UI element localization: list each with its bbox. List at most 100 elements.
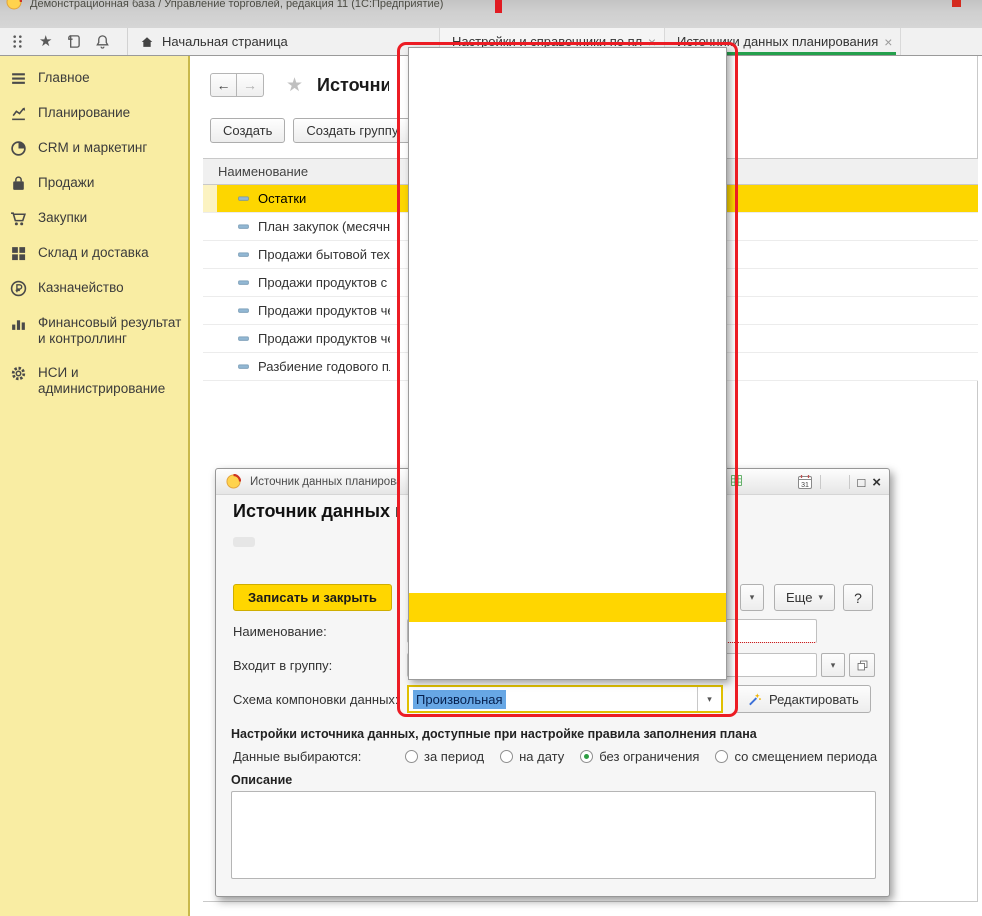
help-button[interactable]: ?: [843, 584, 873, 611]
save-close-button[interactable]: Записать и закрыть: [233, 584, 392, 611]
group-open-button[interactable]: [849, 653, 875, 677]
radio-circle-icon: [580, 750, 593, 763]
dropdown-item[interactable]: [409, 650, 726, 679]
combo-arrow-button[interactable]: ▾: [697, 687, 721, 711]
notifications-icon[interactable]: [95, 34, 110, 49]
sidebar-item[interactable]: Закупки: [10, 210, 188, 227]
purchases-icon: [10, 210, 27, 227]
row-name: Продажи продуктов чер: [258, 303, 390, 318]
dropdown-item[interactable]: [409, 222, 726, 251]
more-button-label: Еще: [786, 590, 812, 605]
sidebar-item[interactable]: Планирование: [10, 105, 188, 122]
schema-combo[interactable]: Произвольная ▾: [407, 685, 723, 713]
sidebar-item-label: Казначейство: [38, 280, 124, 296]
dropdown-item[interactable]: [409, 107, 726, 136]
favorites-icon[interactable]: ★: [39, 34, 52, 49]
page-title: Источники данных планирования: [317, 75, 389, 96]
more-button[interactable]: Еще ▾: [774, 584, 835, 611]
back-button[interactable]: ←: [210, 73, 237, 97]
menu-icon: [10, 70, 27, 87]
dropdown-item[interactable]: [409, 479, 726, 508]
description-textarea[interactable]: [231, 791, 876, 879]
sidebar-item-label: Планирование: [38, 105, 130, 121]
history-icon[interactable]: [66, 34, 81, 49]
row-name: Остатки: [258, 191, 306, 206]
close-icon[interactable]: ×: [872, 474, 881, 491]
group-dropdown-button[interactable]: ▾: [821, 653, 845, 677]
row-icon-cell: [203, 353, 217, 380]
dropdown-item[interactable]: [409, 136, 726, 165]
chevron-down-icon: ▾: [818, 592, 823, 603]
dropdown-item[interactable]: [409, 365, 726, 394]
group-label: Входит в группу:: [233, 658, 332, 673]
dropdown-item[interactable]: [409, 336, 726, 365]
dropdown-item[interactable]: [409, 279, 726, 308]
window-close-fragment[interactable]: [952, 0, 961, 7]
element-dash-icon: [237, 220, 250, 233]
dropdown-item[interactable]: [409, 50, 726, 79]
radio-option[interactable]: за период: [405, 749, 484, 764]
sidebar-item-label: Финансовый результат и контроллинг: [38, 315, 188, 347]
maximize-icon[interactable]: □: [857, 475, 865, 490]
element-dash-icon: [237, 276, 250, 289]
dropdown-item[interactable]: [409, 593, 726, 622]
row-icon-cell: [203, 269, 217, 296]
dropdown-item[interactable]: [409, 622, 726, 651]
dropdown-item[interactable]: [409, 79, 726, 108]
description-label: Описание: [231, 773, 292, 787]
chevron-down-icon: ▾: [831, 660, 836, 671]
forward-button[interactable]: →: [237, 73, 264, 97]
divider: [820, 475, 821, 489]
tab-close-icon[interactable]: ×: [884, 34, 892, 50]
calendar-icon[interactable]: [797, 474, 813, 490]
divider: [849, 475, 850, 489]
open-squares-icon: [856, 659, 869, 672]
row-name: План закупок (месячны: [258, 219, 390, 234]
sidebar-item[interactable]: Казначейство: [10, 280, 188, 297]
name-label: Наименование:: [233, 624, 327, 639]
edit-button[interactable]: Редактировать: [735, 685, 871, 713]
radio-label: без ограничения: [599, 749, 699, 764]
sidebar-item[interactable]: НСИ и администрирование: [10, 365, 188, 397]
sidebar-item[interactable]: Финансовый результат и контроллинг: [10, 315, 188, 347]
create-button[interactable]: Создать: [210, 118, 285, 143]
dropdown-item[interactable]: [409, 307, 726, 336]
element-dash-icon: [237, 304, 250, 317]
dialog-tab[interactable]: [233, 537, 255, 547]
dropdown-item[interactable]: [409, 536, 726, 565]
app-logo-icon: [6, 0, 22, 10]
edit-button-label: Редактировать: [769, 692, 859, 707]
dropdown-item[interactable]: [409, 164, 726, 193]
schema-value: Произвольная: [409, 687, 697, 711]
window-titlebar: Демонстрационная база / Управление торго…: [0, 0, 982, 28]
dropdown-item[interactable]: [409, 250, 726, 279]
favorite-star-icon[interactable]: ★: [286, 74, 303, 97]
spreadsheet-icon[interactable]: [730, 474, 743, 487]
create-group-button[interactable]: Создать группу: [293, 118, 411, 143]
hidden-toolbar-button[interactable]: ▾: [740, 584, 764, 611]
element-dash-icon: [237, 248, 250, 261]
radio-option[interactable]: со смещением периода: [715, 749, 877, 764]
dropdown-item[interactable]: [409, 450, 726, 479]
treasury-icon: [10, 280, 27, 297]
sidebar: Главное Планирование CRM и маркетинг Про…: [0, 56, 190, 916]
dropdown-item[interactable]: [409, 508, 726, 537]
dropdown-item[interactable]: [409, 422, 726, 451]
dropdown-item[interactable]: [409, 565, 726, 594]
radio-option[interactable]: на дату: [500, 749, 564, 764]
app-tab[interactable]: Начальная страница: [128, 28, 440, 55]
dropdown-item[interactable]: [409, 193, 726, 222]
settings-icon: [10, 365, 27, 382]
window-title: Демонстрационная база / Управление торго…: [30, 0, 443, 10]
dropdown-item[interactable]: [409, 393, 726, 422]
service-menu-icon[interactable]: [10, 34, 25, 49]
period-radio-group: Данные выбираются: за период на дату без…: [233, 749, 878, 764]
sidebar-item[interactable]: CRM и маркетинг: [10, 140, 188, 157]
row-icon-cell: [203, 213, 217, 240]
select-mode-label: Данные выбираются:: [233, 749, 405, 764]
sidebar-item[interactable]: Главное: [10, 70, 188, 87]
sidebar-item[interactable]: Продажи: [10, 175, 188, 192]
quick-toolbar: ★: [0, 28, 128, 55]
radio-option[interactable]: без ограничения: [580, 749, 699, 764]
sidebar-item[interactable]: Склад и доставка: [10, 245, 188, 262]
